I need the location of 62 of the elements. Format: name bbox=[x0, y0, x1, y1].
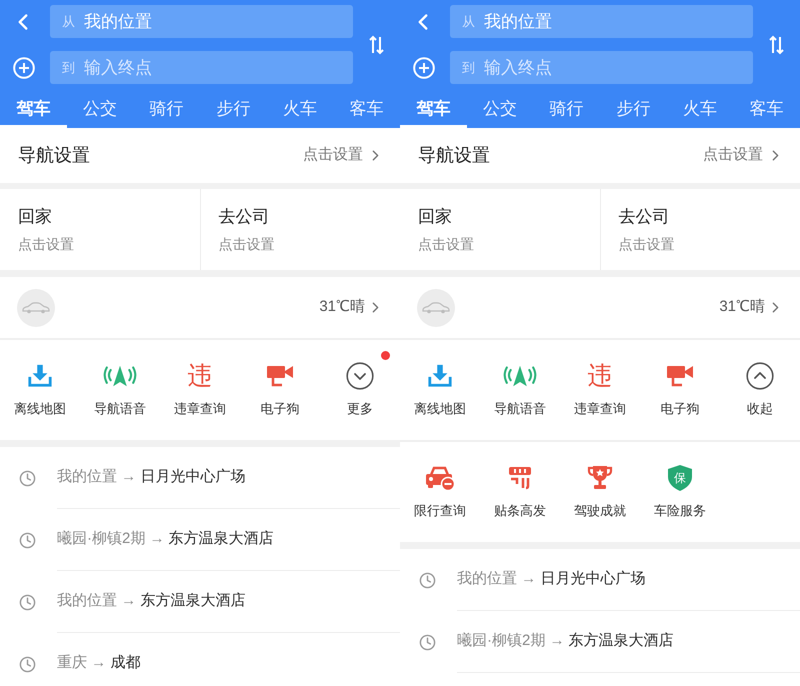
shortcut-title[interactable]: 去公司 bbox=[618, 204, 670, 230]
nav-settings-title: 导航设置 bbox=[418, 144, 490, 167]
weather-text[interactable]: 31℃晴 bbox=[719, 296, 765, 319]
tool-button[interactable]: 离线地图 bbox=[400, 340, 480, 440]
field-prefix: 从 bbox=[462, 13, 475, 30]
field-prefix: 到 bbox=[62, 59, 75, 76]
history-route[interactable]: 曦园·柳镇2期 → 东方温泉大酒店 bbox=[457, 630, 674, 652]
field-prefix: 到 bbox=[462, 59, 475, 76]
shortcut-subtitle: 点击设置 bbox=[18, 234, 74, 254]
shortcut-subtitle: 点击设置 bbox=[418, 234, 474, 254]
add-circle-icon[interactable] bbox=[413, 56, 435, 78]
car-avatar-icon[interactable] bbox=[417, 288, 455, 326]
tool-button[interactable]: 贴条高发 bbox=[480, 442, 560, 542]
settings-link[interactable]: 点击设置 bbox=[703, 144, 763, 167]
clock-icon bbox=[19, 470, 36, 486]
car-minus-icon bbox=[425, 464, 455, 491]
mode-tab[interactable]: 驾车 bbox=[400, 84, 467, 128]
mode-tab[interactable]: 驾车 bbox=[0, 84, 67, 128]
download-icon bbox=[427, 362, 453, 389]
clock-icon bbox=[419, 572, 436, 588]
car-avatar-icon[interactable] bbox=[17, 288, 55, 326]
clock-icon bbox=[419, 634, 436, 650]
tool-button[interactable]: 导航语音 bbox=[480, 340, 560, 440]
tool-button[interactable]: 违 违章查询 bbox=[160, 340, 240, 440]
shortcut-subtitle: 点击设置 bbox=[618, 234, 674, 254]
field-prefix: 从 bbox=[62, 13, 75, 30]
chevron-up-circle-icon bbox=[746, 362, 774, 390]
shortcut-title[interactable]: 回家 bbox=[418, 204, 452, 230]
weather-text[interactable]: 31℃晴 bbox=[319, 296, 365, 319]
settings-link[interactable]: 点击设置 bbox=[303, 144, 363, 167]
shortcut-subtitle: 点击设置 bbox=[218, 234, 274, 254]
tool-button[interactable]: 收起 bbox=[720, 340, 800, 440]
tool-button[interactable]: 更多 bbox=[320, 340, 400, 440]
trophy-icon bbox=[586, 464, 614, 492]
history-route[interactable]: 重庆 → 成都 bbox=[57, 652, 140, 674]
shield-icon: 保 bbox=[667, 464, 693, 492]
nav-settings-title: 导航设置 bbox=[18, 144, 90, 167]
tool-button[interactable]: 违 违章查询 bbox=[560, 340, 640, 440]
clock-icon bbox=[19, 594, 36, 610]
glyph-icon: 违 bbox=[588, 362, 612, 390]
gate-icon bbox=[507, 464, 533, 491]
tool-button[interactable]: 导航语音 bbox=[80, 340, 160, 440]
add-circle-icon[interactable] bbox=[13, 56, 35, 78]
clock-icon bbox=[19, 532, 36, 548]
tool-button[interactable]: 限行查询 bbox=[400, 442, 480, 542]
tool-button[interactable]: 驾驶成就 bbox=[560, 442, 640, 542]
history-route[interactable]: 我的位置 → 东方温泉大酒店 bbox=[57, 590, 246, 612]
tool-button[interactable]: 电子狗 bbox=[240, 340, 320, 440]
swap-icon[interactable] bbox=[369, 34, 384, 54]
chevron-down-circle-icon bbox=[346, 362, 374, 390]
swap-icon[interactable] bbox=[769, 34, 784, 54]
glyph-icon: 违 bbox=[188, 362, 212, 390]
download-icon bbox=[27, 362, 53, 389]
shortcut-title[interactable]: 回家 bbox=[18, 204, 52, 230]
tool-button[interactable]: 电子狗 bbox=[640, 340, 720, 440]
clock-icon bbox=[19, 656, 36, 672]
history-route[interactable]: 我的位置 → 日月光中心广场 bbox=[457, 568, 646, 590]
tool-button[interactable]: 离线地图 bbox=[0, 340, 80, 440]
history-route[interactable]: 曦园·柳镇2期 → 东方温泉大酒店 bbox=[57, 528, 274, 550]
tool-button[interactable]: 保 车险服务 bbox=[640, 442, 720, 542]
shortcut-title[interactable]: 去公司 bbox=[218, 204, 270, 230]
history-route[interactable]: 我的位置 → 日月光中心广场 bbox=[57, 466, 246, 488]
